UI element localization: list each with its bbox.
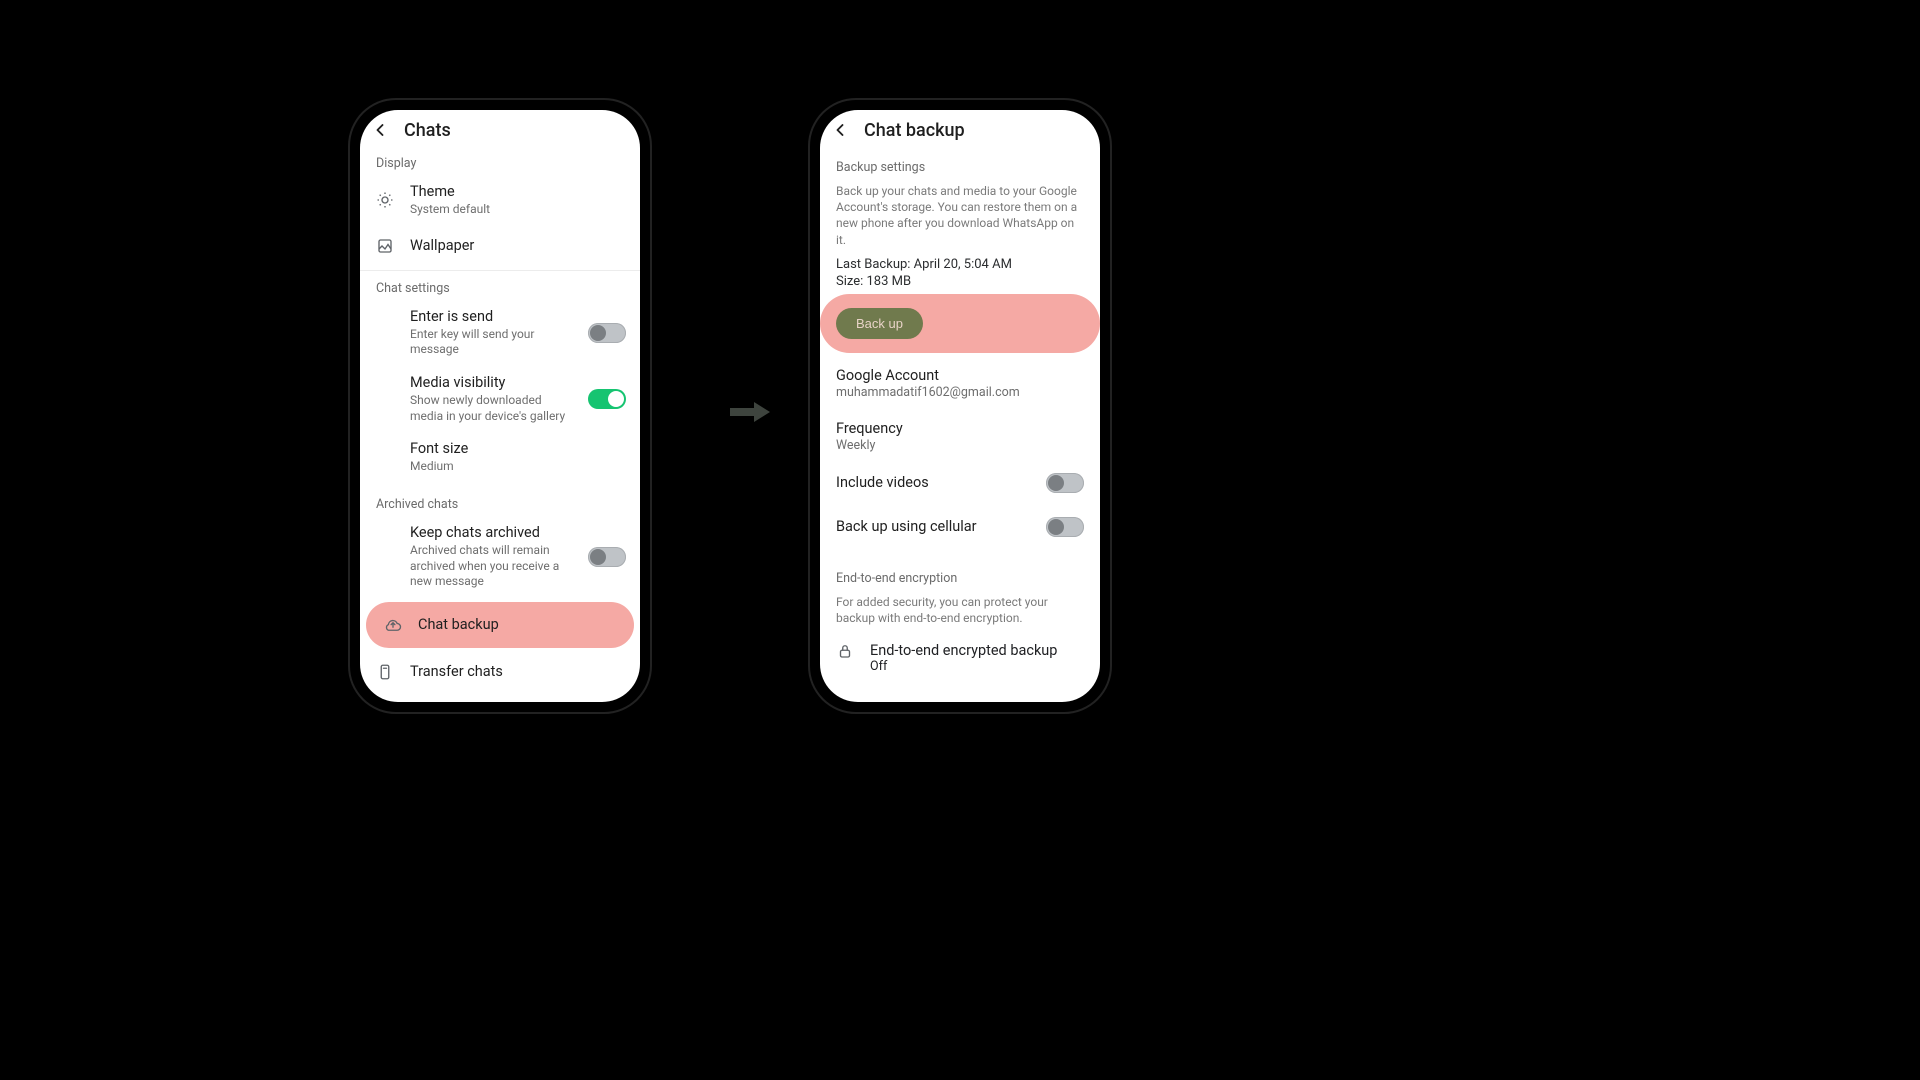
row-keep-archived[interactable]: Keep chats archived Archived chats will … xyxy=(360,516,640,598)
row-include-videos[interactable]: Include videos xyxy=(820,455,1100,505)
row-chat-backup[interactable]: Chat backup xyxy=(366,602,634,648)
keep-archived-toggle[interactable] xyxy=(588,547,626,567)
theme-title: Theme xyxy=(410,183,626,201)
theme-icon xyxy=(374,191,396,209)
row-font-size[interactable]: Font size Medium xyxy=(360,432,640,483)
font-size-subtitle: Medium xyxy=(410,459,626,475)
theme-subtitle: System default xyxy=(410,202,626,218)
phone-right: Chat backup Backup settings Back up your… xyxy=(810,100,1110,712)
page-title: Chats xyxy=(404,120,451,141)
enter-send-subtitle: Enter key will send your message xyxy=(410,327,574,358)
highlight-chat-backup: Chat backup xyxy=(366,602,634,648)
include-videos-toggle[interactable] xyxy=(1046,473,1084,493)
row-frequency[interactable]: Frequency Weekly xyxy=(820,402,1100,455)
row-transfer-chats[interactable]: Transfer chats xyxy=(360,652,640,692)
back-arrow-icon[interactable] xyxy=(830,120,850,140)
backup-button[interactable]: Back up xyxy=(836,308,923,339)
chat-backup-title: Chat backup xyxy=(418,616,618,634)
backup-description: Back up your chats and media to your Goo… xyxy=(820,179,1100,256)
row-wallpaper[interactable]: Wallpaper xyxy=(360,226,640,266)
page-title: Chat backup xyxy=(864,120,965,141)
appbar-chats: Chats xyxy=(360,110,640,150)
section-encryption-label: End-to-end encryption xyxy=(820,549,1100,590)
row-chat-history[interactable]: Chat history xyxy=(360,692,640,702)
last-backup-value: Last Backup: April 20, 5:04 AM xyxy=(820,256,1100,273)
media-vis-toggle[interactable] xyxy=(588,389,626,409)
frequency-value: Weekly xyxy=(836,438,1084,453)
e2e-backup-title: End-to-end encrypted backup xyxy=(870,642,1057,659)
media-vis-subtitle: Show newly downloaded media in your devi… xyxy=(410,393,574,424)
wallpaper-icon xyxy=(374,237,396,255)
enter-send-title: Enter is send xyxy=(410,308,574,326)
section-chat-settings-label: Chat settings xyxy=(360,275,640,300)
back-arrow-icon[interactable] xyxy=(370,120,390,140)
appbar-backup: Chat backup xyxy=(820,110,1100,150)
wallpaper-title: Wallpaper xyxy=(410,237,626,255)
phone-left: Chats Display Theme System default xyxy=(350,100,650,712)
google-account-value: muhammadatif1602@gmail.com xyxy=(836,385,1084,400)
e2e-backup-value: Off xyxy=(870,659,1057,674)
font-size-title: Font size xyxy=(410,440,626,458)
frequency-title: Frequency xyxy=(836,420,1084,437)
backup-cellular-label: Back up using cellular xyxy=(836,518,977,535)
media-vis-title: Media visibility xyxy=(410,374,574,392)
backup-size-value: Size: 183 MB xyxy=(820,273,1100,290)
section-display-label: Display xyxy=(360,150,640,175)
include-videos-label: Include videos xyxy=(836,474,929,491)
lock-icon xyxy=(836,642,854,664)
transfer-title: Transfer chats xyxy=(410,663,626,681)
encryption-description: For added security, you can protect your… xyxy=(820,590,1100,634)
cloud-upload-icon xyxy=(382,616,404,634)
keep-archived-title: Keep chats archived xyxy=(410,524,574,542)
screen-chats: Chats Display Theme System default xyxy=(360,110,640,702)
section-archived-label: Archived chats xyxy=(360,483,640,516)
enter-send-toggle[interactable] xyxy=(588,323,626,343)
row-theme[interactable]: Theme System default xyxy=(360,175,640,226)
row-e2e-backup[interactable]: End-to-end encrypted backup Off xyxy=(820,634,1100,682)
backup-cellular-toggle[interactable] xyxy=(1046,517,1084,537)
arrow-right-icon xyxy=(730,400,770,424)
backup-content: Backup settings Back up your chats and m… xyxy=(820,150,1100,702)
row-enter-is-send[interactable]: Enter is send Enter key will send your m… xyxy=(360,300,640,366)
row-backup-cellular[interactable]: Back up using cellular xyxy=(820,505,1100,549)
device-transfer-icon xyxy=(374,663,396,681)
google-account-title: Google Account xyxy=(836,367,1084,384)
divider xyxy=(360,270,640,271)
screen-chat-backup: Chat backup Backup settings Back up your… xyxy=(820,110,1100,702)
chats-content: Display Theme System default Wal xyxy=(360,150,640,702)
keep-archived-subtitle: Archived chats will remain archived when… xyxy=(410,543,574,590)
row-google-account[interactable]: Google Account muhammadatif1602@gmail.co… xyxy=(820,361,1100,402)
section-backup-label: Backup settings xyxy=(820,150,1100,179)
row-media-visibility[interactable]: Media visibility Show newly downloaded m… xyxy=(360,366,640,432)
highlight-backup-button: Back up xyxy=(820,294,1100,353)
